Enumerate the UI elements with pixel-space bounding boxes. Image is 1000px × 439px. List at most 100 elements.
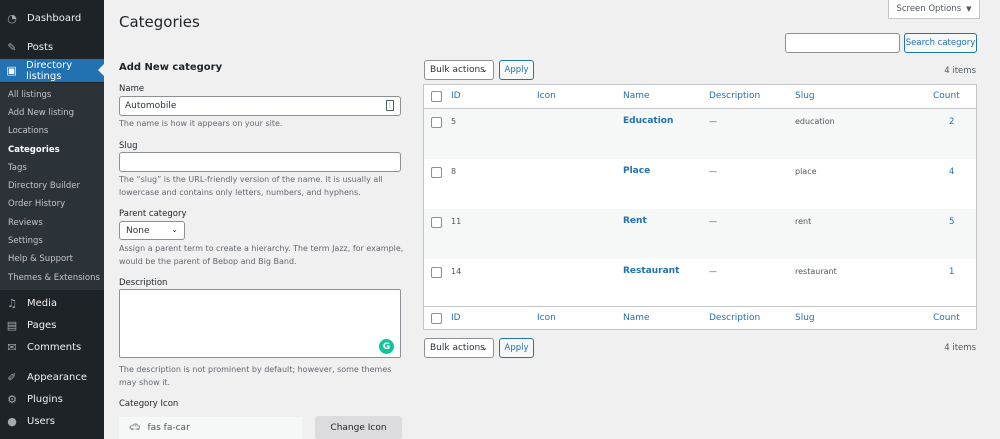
column-slug[interactable]: Slug bbox=[795, 91, 815, 101]
menu-media[interactable]: ♫ Media bbox=[0, 292, 104, 314]
appearance-icon: ✐ bbox=[7, 370, 17, 384]
table-header: ID Icon Name Description Slug Count bbox=[424, 85, 976, 109]
submenu-directory-builder[interactable]: Directory Builder bbox=[8, 179, 80, 193]
main-content: Categories Screen Options ▼ Search catego… bbox=[104, 0, 1000, 439]
apply-button-top[interactable]: Apply bbox=[499, 60, 534, 80]
row-id: 14 bbox=[451, 267, 462, 276]
page-title: Categories bbox=[119, 13, 200, 31]
directory-submenu: All listings Add New listing Locations C… bbox=[0, 83, 104, 290]
users-icon: ● bbox=[7, 414, 17, 428]
table-footer: ID Icon Name Description Slug Count bbox=[424, 307, 976, 330]
row-checkbox[interactable] bbox=[431, 217, 442, 228]
change-icon-button[interactable]: Change Icon bbox=[315, 416, 402, 439]
row-count-link[interactable]: 5 bbox=[949, 217, 954, 227]
row-id: 8 bbox=[451, 167, 457, 176]
icon-preview-value: fas fa-car bbox=[147, 423, 190, 433]
chevron-down-icon: ⌄ bbox=[171, 225, 178, 234]
menu-comments[interactable]: ✉ Comments bbox=[0, 336, 104, 358]
row-name-link[interactable]: Education bbox=[623, 116, 673, 126]
apply-button-bottom[interactable]: Apply bbox=[499, 338, 534, 358]
column-name[interactable]: Name bbox=[623, 91, 650, 101]
parent-category-select[interactable]: None ⌄ bbox=[119, 221, 185, 240]
name-input[interactable]: Automobile ⋮ bbox=[119, 96, 401, 116]
slug-description: The “slug” is the URL-friendly version o… bbox=[119, 175, 383, 197]
row-slug: restaurant bbox=[795, 267, 837, 276]
menu-appearance-label: Appearance bbox=[27, 371, 88, 383]
slug-input[interactable] bbox=[119, 152, 401, 172]
row-count-link[interactable]: 2 bbox=[949, 117, 954, 127]
menu-posts-label: Posts bbox=[27, 41, 54, 53]
row-slug: place bbox=[795, 167, 817, 176]
bulk-actions-label: Bulk actions bbox=[430, 65, 485, 75]
screen-options-button[interactable]: Screen Options ▼ bbox=[888, 0, 980, 19]
bulk-actions-select-bottom[interactable]: Bulk actions ⌄ bbox=[424, 338, 494, 358]
menu-media-label: Media bbox=[27, 297, 58, 309]
column-name-footer[interactable]: Name bbox=[623, 313, 650, 323]
items-count-top: 4 items bbox=[944, 66, 976, 76]
row-id: 11 bbox=[451, 217, 462, 226]
category-icon-label: Category Icon bbox=[119, 399, 179, 409]
table-row: 14 Restaurant — restaurant 1 bbox=[424, 259, 976, 307]
menu-pages-label: Pages bbox=[27, 319, 57, 331]
select-all-checkbox[interactable] bbox=[431, 91, 442, 102]
search-category-button[interactable]: Search category bbox=[904, 33, 977, 53]
row-checkbox[interactable] bbox=[431, 167, 442, 178]
grammarly-icon[interactable]: G bbox=[379, 339, 394, 354]
categories-table: ID Icon Name Description Slug Count 5 Ed… bbox=[423, 84, 977, 330]
menu-pages[interactable]: ▤ Pages bbox=[0, 314, 104, 336]
submenu-settings[interactable]: Settings bbox=[8, 234, 43, 248]
name-input-value: Automobile bbox=[125, 101, 177, 111]
column-slug-footer[interactable]: Slug bbox=[795, 313, 815, 323]
description-textarea[interactable]: G bbox=[119, 289, 401, 358]
bulk-actions-select-top[interactable]: Bulk actions ⌄ bbox=[424, 60, 494, 80]
submenu-categories[interactable]: Categories bbox=[8, 143, 60, 157]
row-checkbox[interactable] bbox=[431, 117, 442, 128]
name-description: The name is how it appears on your site. bbox=[119, 119, 283, 128]
row-name-link[interactable]: Place bbox=[623, 166, 650, 176]
row-description: — bbox=[709, 267, 717, 276]
menu-posts[interactable]: ✎ Posts bbox=[0, 36, 104, 58]
column-description[interactable]: Description bbox=[709, 91, 760, 101]
submenu-help-support[interactable]: Help & Support bbox=[8, 252, 73, 266]
menu-dashboard[interactable]: ◔ Dashboard bbox=[0, 7, 104, 29]
name-label: Name bbox=[119, 84, 145, 94]
parent-category-value: None bbox=[126, 225, 150, 236]
autofill-icon[interactable]: ⋮ bbox=[386, 100, 394, 111]
pushpin-icon: ✎ bbox=[7, 40, 17, 54]
menu-directory-listings-label: Directory listings bbox=[26, 59, 73, 82]
select-all-checkbox-footer[interactable] bbox=[431, 313, 442, 324]
submenu-locations[interactable]: Locations bbox=[8, 124, 48, 138]
menu-appearance[interactable]: ✐ Appearance bbox=[0, 366, 104, 388]
description-help: The description is not prominent by defa… bbox=[119, 365, 392, 387]
column-description-footer[interactable]: Description bbox=[709, 313, 760, 323]
column-id[interactable]: ID bbox=[451, 91, 461, 101]
icon-preview: 🚗︎ fas fa-car bbox=[119, 417, 302, 439]
row-name-link[interactable]: Rent bbox=[623, 216, 647, 226]
table-row: 11 Rent — rent 5 bbox=[424, 209, 976, 259]
column-id-footer[interactable]: ID bbox=[451, 313, 461, 323]
row-count-link[interactable]: 1 bbox=[949, 267, 954, 277]
column-count[interactable]: Count bbox=[933, 91, 960, 101]
menu-plugins[interactable]: ⚙ Plugins bbox=[0, 388, 104, 410]
submenu-order-history[interactable]: Order History bbox=[8, 197, 65, 211]
description-label: Description bbox=[119, 278, 168, 288]
submenu-add-new-listing[interactable]: Add New listing bbox=[8, 106, 74, 120]
menu-directory-listings[interactable]: ▣ Directory listings bbox=[0, 59, 104, 82]
chevron-down-icon: ⌄ bbox=[481, 343, 488, 352]
menu-users[interactable]: ● Users bbox=[0, 410, 104, 432]
submenu-all-listings[interactable]: All listings bbox=[8, 88, 51, 102]
submenu-tags[interactable]: Tags bbox=[8, 161, 27, 175]
row-checkbox[interactable] bbox=[431, 267, 442, 278]
row-slug: education bbox=[795, 117, 835, 126]
menu-comments-label: Comments bbox=[27, 341, 82, 353]
submenu-themes-extensions[interactable]: Themes & Extensions bbox=[8, 271, 100, 285]
row-description: — bbox=[709, 217, 717, 226]
column-count-footer[interactable]: Count bbox=[933, 313, 960, 323]
screen-options-label: Screen Options bbox=[896, 4, 962, 14]
row-name-link[interactable]: Restaurant bbox=[623, 266, 679, 276]
search-input[interactable] bbox=[785, 33, 900, 53]
row-count-link[interactable]: 4 bbox=[949, 167, 954, 177]
row-slug: rent bbox=[795, 217, 812, 226]
submenu-reviews[interactable]: Reviews bbox=[8, 216, 43, 230]
row-description: — bbox=[709, 167, 717, 176]
